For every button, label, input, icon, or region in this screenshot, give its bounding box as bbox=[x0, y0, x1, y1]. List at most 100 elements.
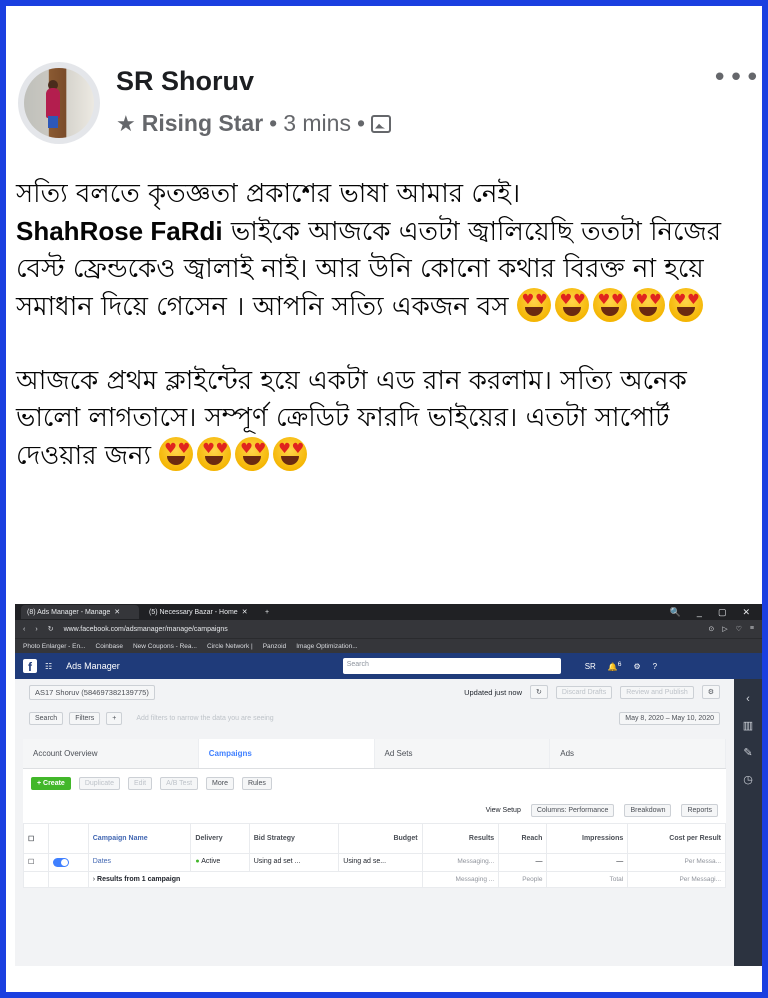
account-selector[interactable]: AS17 Shoruv (584697382139775) bbox=[29, 684, 155, 700]
post-text: সত্যি বলতে কৃতজ্ঞতা প্রকাশের ভাষা আমার ন… bbox=[16, 176, 756, 512]
back-icon: ‹ bbox=[23, 625, 26, 633]
search-button[interactable]: Search bbox=[29, 711, 64, 725]
user-menu[interactable]: SR bbox=[585, 662, 596, 671]
avatar[interactable] bbox=[18, 62, 100, 144]
heart-eyes-emoji-icon bbox=[197, 437, 232, 471]
heart-eyes-emoji-icon bbox=[592, 288, 627, 322]
bookmark-item[interactable]: Coinbase bbox=[96, 643, 123, 650]
maximize-icon: ▢ bbox=[717, 606, 727, 617]
heart-eyes-emoji-icon bbox=[235, 437, 270, 471]
browser-tab-bazar[interactable]: (5) Necessary Bazar - Home ✕ bbox=[143, 605, 261, 619]
discard-drafts-button[interactable]: Discard Drafts bbox=[555, 685, 613, 699]
updated-status: Updated just now bbox=[464, 687, 523, 697]
browser-tab-ads[interactable]: (8) Ads Manager - Manage ✕ bbox=[21, 605, 139, 619]
campaign-name-link[interactable]: Dates bbox=[87, 853, 192, 872]
right-sidebar: ‹ ▥ ✎ ◷ bbox=[734, 679, 762, 966]
ads-manager-screenshot[interactable]: (8) Ads Manager - Manage ✕ (5) Necessary … bbox=[15, 604, 762, 966]
chevron-left-icon[interactable]: ‹ bbox=[734, 693, 762, 705]
bookmarks-bar: Photo Enlarger - En... Coinbase New Coup… bbox=[15, 638, 762, 653]
chart-icon[interactable]: ▥ bbox=[734, 719, 762, 732]
clock-icon[interactable]: ◷ bbox=[734, 773, 762, 786]
results-cell: Messaging... bbox=[421, 853, 500, 872]
cost-cell: Per Messa... bbox=[627, 853, 726, 872]
heart-eyes-emoji-icon bbox=[554, 288, 589, 322]
header-cell[interactable]: Reach bbox=[498, 823, 548, 854]
tagged-user-link[interactable]: ShahRose FaRdi bbox=[16, 216, 223, 246]
post-time[interactable]: 3 mins bbox=[283, 110, 351, 137]
reports-dropdown[interactable]: Reports bbox=[681, 803, 718, 817]
bookmark-item[interactable]: Image Optimization... bbox=[296, 643, 357, 650]
row-checkbox[interactable]: ☐ bbox=[23, 853, 49, 872]
create-button[interactable]: + Create bbox=[31, 776, 71, 790]
bid-cell: Using ad set ... bbox=[248, 853, 340, 872]
pencil-icon[interactable]: ✎ bbox=[734, 746, 762, 759]
tab-account-overview[interactable]: Account Overview bbox=[23, 739, 199, 768]
minimize-icon: _ bbox=[696, 606, 702, 617]
search-input[interactable]: Search bbox=[342, 658, 561, 674]
bookmark-item[interactable]: Circle Network | bbox=[207, 643, 253, 650]
breakdown-dropdown[interactable]: Breakdown bbox=[624, 803, 672, 817]
table-row[interactable]: ☐ Dates ● Active Using ad set ... Using … bbox=[23, 853, 726, 872]
header-cell[interactable]: Impressions bbox=[546, 823, 629, 854]
duplicate-button[interactable]: Duplicate bbox=[78, 776, 121, 790]
address-bar[interactable]: ‹ › ↻ www.facebook.com/adsmanager/manage/c… bbox=[15, 620, 762, 638]
columns-dropdown[interactable]: Columns: Performance bbox=[530, 803, 615, 817]
heart-eyes-emoji-icon bbox=[668, 288, 703, 322]
facebook-logo-icon[interactable]: f bbox=[23, 659, 37, 674]
tab-ad-sets[interactable]: Ad Sets bbox=[374, 739, 551, 768]
emoji-group-2 bbox=[159, 437, 311, 471]
select-all-checkbox[interactable]: ☐ bbox=[23, 823, 49, 854]
header-cell[interactable]: Campaign Name bbox=[87, 823, 192, 854]
date-range-picker[interactable]: May 8, 2020 – May 10, 2020 bbox=[619, 711, 720, 725]
filter-hint: Add filters to narrow the data you are s… bbox=[136, 714, 274, 722]
header-cell[interactable]: Budget bbox=[338, 823, 423, 854]
tab-campaigns[interactable]: Campaigns bbox=[198, 739, 375, 768]
close-icon: ✕ bbox=[742, 606, 750, 617]
new-tab-icon[interactable]: + bbox=[265, 609, 269, 616]
summary-row: › Results from 1 campaign Messaging ... … bbox=[23, 871, 726, 888]
summary-label[interactable]: › Results from 1 campaign bbox=[87, 871, 423, 888]
campaign-toolbar: + Create Duplicate Edit A/B Test More Ru… bbox=[23, 769, 726, 797]
rules-button[interactable]: Rules bbox=[241, 776, 272, 790]
heart-eyes-emoji-icon bbox=[630, 288, 665, 322]
ads-main: AS17 Shoruv (584697382139775) Updated ju… bbox=[15, 679, 734, 966]
bookmark-item[interactable]: New Coupons - Rea... bbox=[133, 643, 197, 650]
ab-test-button[interactable]: A/B Test bbox=[160, 776, 199, 790]
separator: • bbox=[356, 110, 366, 136]
search-icon: 🔍 bbox=[669, 606, 681, 617]
browser-tabbar: (8) Ads Manager - Manage ✕ (5) Necessary … bbox=[15, 604, 762, 620]
more-options-button[interactable]: ••• bbox=[712, 65, 761, 91]
header-cell[interactable]: Bid Strategy bbox=[248, 823, 340, 854]
impressions-cell: — bbox=[546, 853, 629, 872]
level-tabs: Account Overview Campaigns Ad Sets Ads bbox=[23, 739, 726, 769]
more-button[interactable]: More bbox=[206, 776, 234, 790]
author-name[interactable]: SR Shoruv bbox=[116, 66, 254, 97]
paragraph-1-start: সত্যি বলতে কৃতজ্ঞতা প্রকাশের ভাষা আমার ন… bbox=[16, 179, 521, 209]
row-toggle[interactable] bbox=[47, 853, 89, 872]
header-cell[interactable] bbox=[47, 823, 89, 854]
gear-icon[interactable]: ⚙ bbox=[634, 662, 641, 671]
campaign-table: ☐ Campaign Name Delivery Bid Strategy Bu… bbox=[23, 823, 726, 888]
header-cell[interactable]: Delivery bbox=[190, 823, 250, 854]
settings-icon[interactable]: ⚙ bbox=[701, 685, 720, 699]
header-cell[interactable]: Cost per Result bbox=[627, 823, 726, 854]
heart-eyes-emoji-icon bbox=[273, 437, 308, 471]
header-cell[interactable]: Results bbox=[421, 823, 500, 854]
reload-icon: ↻ bbox=[47, 626, 54, 633]
refresh-icon[interactable]: ↻ bbox=[530, 685, 548, 699]
help-icon[interactable]: ? bbox=[653, 662, 657, 671]
filters-button[interactable]: Filters bbox=[69, 711, 101, 725]
fb-topbar: f ☷ Ads Manager Search SR 🔔6 ⚙ ? bbox=[15, 653, 762, 679]
emoji-group-1 bbox=[516, 288, 707, 322]
edit-button[interactable]: Edit bbox=[128, 776, 153, 790]
heart-eyes-emoji-icon bbox=[159, 437, 194, 471]
add-filter-button[interactable]: + bbox=[106, 711, 123, 725]
bookmark-item[interactable]: Photo Enlarger - En... bbox=[23, 643, 86, 650]
tab-ads[interactable]: Ads bbox=[550, 739, 726, 768]
url-text[interactable]: www.facebook.com/adsmanager/manage/campa… bbox=[64, 626, 228, 633]
review-publish-button[interactable]: Review and Publish bbox=[620, 685, 694, 699]
grid-menu-icon[interactable]: ☷ bbox=[45, 662, 52, 671]
bell-icon[interactable]: 🔔6 bbox=[608, 661, 622, 672]
bookmark-item[interactable]: Panzoid bbox=[263, 643, 287, 650]
view-setup-toggle[interactable]: View Setup bbox=[486, 807, 521, 814]
